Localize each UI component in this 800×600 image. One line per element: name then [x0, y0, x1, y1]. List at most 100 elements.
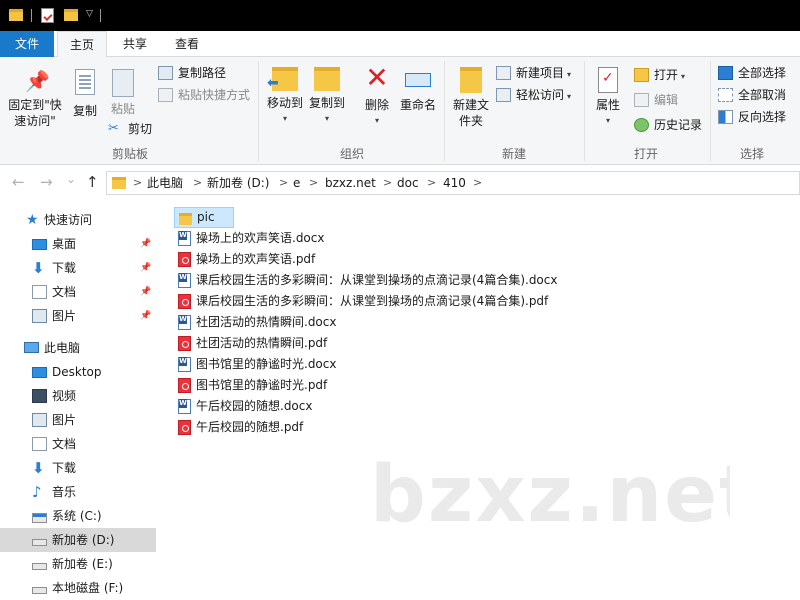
sidebar-item[interactable]: 桌面 📌: [0, 232, 156, 256]
pdf-file-icon: [178, 336, 191, 351]
toolbar-separator: [31, 9, 32, 22]
breadcrumb-chevron[interactable]: >: [133, 172, 142, 194]
desktop-icon: [32, 239, 47, 250]
new-item-button[interactable]: 新建项目 ▾: [496, 63, 571, 83]
pin-icon[interactable]: 📌: [140, 232, 151, 256]
file-row[interactable]: 午后校园的随想.pdf: [174, 417, 303, 438]
toolbar-separator: [100, 9, 101, 22]
customize-toolbar-icon[interactable]: ▽: [86, 9, 93, 26]
invert-selection-button[interactable]: 反向选择: [718, 107, 786, 127]
breadcrumb-chevron[interactable]: >: [427, 172, 436, 194]
pin-quick-access-button[interactable]: 📌 固定到"快速访问": [4, 69, 66, 129]
file-row[interactable]: pic: [174, 207, 234, 228]
select-all-button[interactable]: 全部选择: [718, 63, 786, 83]
edit-icon: [634, 93, 649, 107]
properties-button[interactable]: ✓ 属性 ▾: [590, 67, 626, 129]
select-none-button[interactable]: 全部取消: [718, 85, 786, 105]
new-folder-quick-icon[interactable]: [64, 9, 78, 21]
file-row[interactable]: 社团活动的热情瞬间.pdf: [174, 333, 327, 354]
tab-share[interactable]: 共享: [112, 31, 158, 57]
move-to-button[interactable]: ⬅ 移动到 ▾: [264, 67, 306, 127]
copy-to-button[interactable]: 复制到 ▾: [306, 67, 348, 127]
videos-icon: [32, 389, 47, 403]
breadcrumb-bzxz[interactable]: bzxz.net: [325, 172, 376, 194]
address-bar[interactable]: > 此电脑 > 新加卷 (D:) > e > bzxz.net > doc > …: [106, 171, 800, 195]
word-file-icon: [178, 357, 191, 372]
word-file-icon: [178, 315, 191, 330]
breadcrumb-e[interactable]: e: [293, 172, 300, 194]
edit-button[interactable]: 编辑: [634, 90, 678, 110]
sidebar-item[interactable]: 文档 📌: [0, 280, 156, 304]
sidebar-item-label: 新加卷 (D:): [52, 533, 115, 547]
system-drive-icon: [32, 513, 47, 523]
pin-icon[interactable]: 📌: [140, 256, 151, 280]
breadcrumb-chevron[interactable]: >: [279, 172, 288, 194]
open-group-label: 打开: [633, 147, 658, 161]
file-row[interactable]: 午后校园的随想.docx: [174, 396, 312, 417]
file-row[interactable]: 图书馆里的静谧时光.pdf: [174, 375, 327, 396]
file-row[interactable]: 操场上的欢声笑语.pdf: [174, 249, 315, 270]
paste-shortcut-button[interactable]: 粘贴快捷方式: [158, 85, 250, 105]
tab-home[interactable]: 主页: [57, 31, 107, 58]
history-button[interactable]: 历史记录: [634, 115, 702, 135]
sidebar-item[interactable]: 新加卷 (D:): [0, 528, 156, 552]
rename-icon: [405, 73, 431, 87]
new-item-icon: [496, 66, 511, 80]
sidebar-item[interactable]: ⬇ 下载 📌: [0, 256, 156, 280]
paste-button[interactable]: 粘贴: [106, 69, 140, 117]
sidebar-item[interactable]: 视频: [0, 384, 156, 408]
rename-button[interactable]: 重命名: [398, 67, 438, 113]
recent-locations-icon[interactable]: ⌄: [66, 172, 76, 186]
sidebar-item[interactable]: 本地磁盘 (F:): [0, 576, 156, 600]
file-row[interactable]: 图书馆里的静谧时光.docx: [174, 354, 336, 375]
drive-icon: [32, 563, 47, 570]
pin-icon[interactable]: 📌: [140, 280, 151, 304]
sidebar-item[interactable]: 图片 📌: [0, 304, 156, 328]
file-row[interactable]: 操场上的欢声笑语.docx: [174, 228, 324, 249]
back-arrow-icon[interactable]: ←: [12, 173, 25, 191]
easy-access-icon: [496, 88, 511, 102]
file-row[interactable]: 课后校园生活的多彩瞬间：从课堂到操场的点滴记录(4篇合集).pdf: [174, 291, 548, 312]
up-arrow-icon[interactable]: ↑: [86, 173, 99, 191]
breadcrumb-chevron[interactable]: >: [193, 172, 202, 194]
new-folder-label: 新建文件夹: [452, 98, 489, 128]
pin-icon[interactable]: 📌: [140, 304, 151, 328]
sidebar-item-label: 视频: [52, 389, 77, 403]
breadcrumb-doc[interactable]: doc: [397, 172, 419, 194]
group-separator: [258, 61, 259, 161]
file-row[interactable]: 课后校园生活的多彩瞬间：从课堂到操场的点滴记录(4篇合集).docx: [174, 270, 557, 291]
delete-button[interactable]: ✕ 删除 ▾: [360, 63, 394, 129]
file-row[interactable]: 社团活动的热情瞬间.docx: [174, 312, 336, 333]
breadcrumb-this-pc[interactable]: 此电脑: [147, 172, 183, 194]
pdf-file-icon: [178, 294, 191, 309]
forward-arrow-icon[interactable]: →: [40, 173, 53, 191]
breadcrumb-chevron[interactable]: >: [309, 172, 318, 194]
sidebar-item-this-pc[interactable]: 此电脑: [0, 336, 156, 360]
sidebar-item-quick-access[interactable]: ★ 快速访问: [0, 208, 156, 232]
sidebar-item[interactable]: 文档: [0, 432, 156, 456]
sidebar-item[interactable]: 图片: [0, 408, 156, 432]
tab-file[interactable]: 文件: [0, 31, 54, 57]
tab-view[interactable]: 查看: [164, 31, 210, 57]
sidebar-item[interactable]: ⬇ 下载: [0, 456, 156, 480]
breadcrumb-chevron[interactable]: >: [383, 172, 392, 194]
sidebar-item[interactable]: ♪ 音乐: [0, 480, 156, 504]
easy-access-button[interactable]: 轻松访问 ▾: [496, 85, 571, 105]
new-group-label: 新建: [501, 147, 526, 161]
sidebar-item[interactable]: 系统 (C:): [0, 504, 156, 528]
copy-path-button[interactable]: 复制路径: [158, 63, 226, 83]
breadcrumb-410[interactable]: 410: [443, 172, 466, 194]
edit-label: 编辑: [654, 93, 679, 107]
breadcrumb-chevron[interactable]: >: [473, 172, 482, 194]
cut-button[interactable]: ✂ 剪切: [108, 119, 152, 139]
select-all-label: 全部选择: [738, 66, 787, 80]
sidebar-item[interactable]: 新加卷 (E:): [0, 552, 156, 576]
file-name: 操场上的欢声笑语.pdf: [196, 252, 316, 266]
file-name: pic: [197, 210, 215, 224]
open-button[interactable]: 打开 ▾: [634, 65, 685, 85]
breadcrumb-drive-d[interactable]: 新加卷 (D:): [207, 172, 269, 194]
copy-button[interactable]: 复制: [68, 69, 102, 119]
sidebar-item[interactable]: Desktop: [0, 360, 156, 384]
properties-quick-icon[interactable]: [41, 8, 54, 23]
new-folder-button[interactable]: 新建文件夹: [450, 67, 492, 129]
